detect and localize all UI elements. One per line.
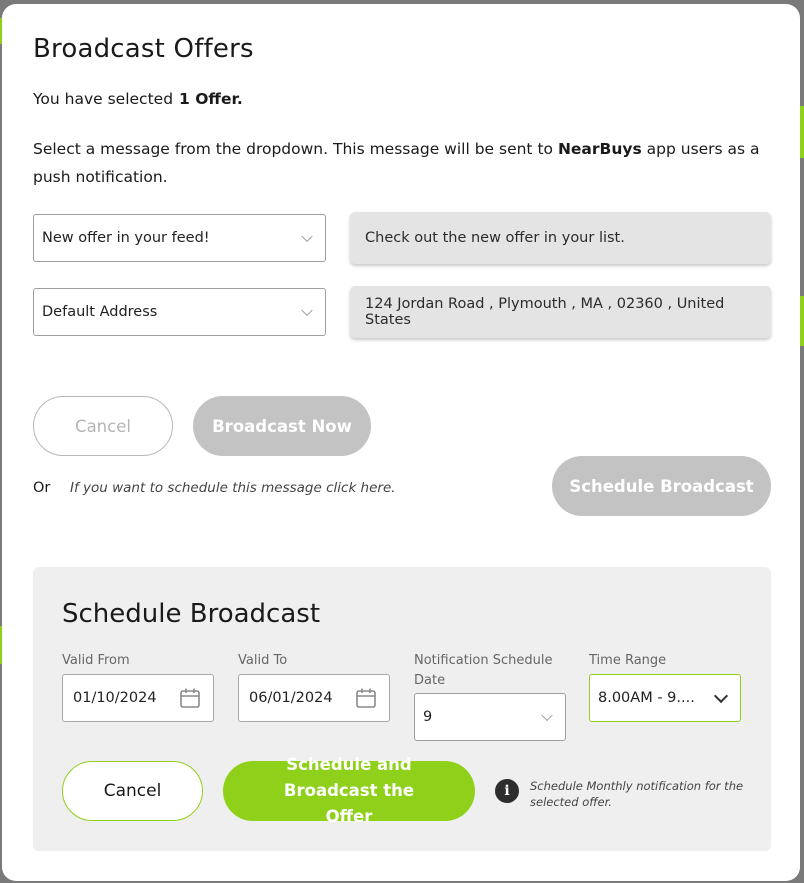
time-range-value: 8.00AM - 9.... (598, 690, 695, 706)
schedule-and-broadcast-button[interactable]: Schedule and Broadcast the Offer (223, 755, 475, 826)
schedule-panel-title: Schedule Broadcast (62, 599, 321, 629)
schedule-hint: If you want to schedule this message cli… (70, 480, 396, 496)
instruction-before: Select a message from the dropdown. This… (33, 140, 558, 158)
info-icon: i (495, 779, 519, 803)
or-label: Or (33, 480, 51, 496)
schedule-broadcast-button[interactable]: Schedule Broadcast (552, 456, 771, 516)
address-preview: 124 Jordan Road , Plymouth , MA , 02360 … (350, 286, 771, 338)
notification-date-select[interactable]: 9 (414, 693, 566, 741)
time-range-select[interactable]: 8.00AM - 9.... (589, 674, 741, 722)
modal-title: Broadcast Offers (33, 34, 254, 64)
valid-from-label: Valid From (62, 653, 130, 668)
selected-offers-text: You have selected 1 Offer. (33, 90, 243, 108)
valid-from-input[interactable]: 01/10/2024 (62, 674, 214, 722)
schedule-info-note: Schedule Monthly notification for the se… (530, 779, 744, 809)
message-select[interactable]: New offer in your feed! (33, 214, 326, 262)
schedule-panel: Schedule Broadcast Valid From 01/10/2024… (33, 567, 771, 851)
valid-to-input[interactable]: 06/01/2024 (238, 674, 390, 722)
notification-date-value: 9 (423, 709, 433, 725)
message-select-value: New offer in your feed! (42, 230, 210, 246)
chevron-down-icon (301, 230, 313, 243)
message-preview-text: Check out the new offer in your list. (365, 230, 625, 246)
chevron-down-icon (541, 709, 553, 722)
calendar-icon[interactable] (179, 687, 201, 709)
chevron-down-icon (301, 304, 313, 317)
app-name: NearBuys (557, 140, 642, 158)
instruction-text: Select a message from the dropdown. This… (33, 135, 768, 191)
schedule-cancel-button[interactable]: Cancel (62, 761, 203, 821)
calendar-icon[interactable] (355, 687, 377, 709)
cancel-button[interactable]: Cancel (33, 396, 173, 456)
time-range-label: Time Range (589, 653, 667, 668)
selected-count: 1 Offer. (179, 90, 243, 108)
address-preview-text: 124 Jordan Road , Plymouth , MA , 02360 … (365, 296, 725, 328)
broadcast-offers-modal: Broadcast Offers You have selected 1 Offe… (2, 4, 800, 881)
notification-date-label: Notification Schedule Date (414, 653, 553, 688)
chevron-down-icon (713, 688, 729, 704)
broadcast-now-button[interactable]: Broadcast Now (193, 396, 371, 456)
valid-to-label: Valid To (238, 653, 288, 668)
address-select[interactable]: Default Address (33, 288, 326, 336)
message-preview: Check out the new offer in your list. (350, 212, 771, 264)
selected-prefix: You have selected (33, 90, 174, 108)
address-select-value: Default Address (42, 304, 158, 320)
valid-to-value: 06/01/2024 (249, 690, 333, 706)
valid-from-value: 01/10/2024 (73, 690, 157, 706)
